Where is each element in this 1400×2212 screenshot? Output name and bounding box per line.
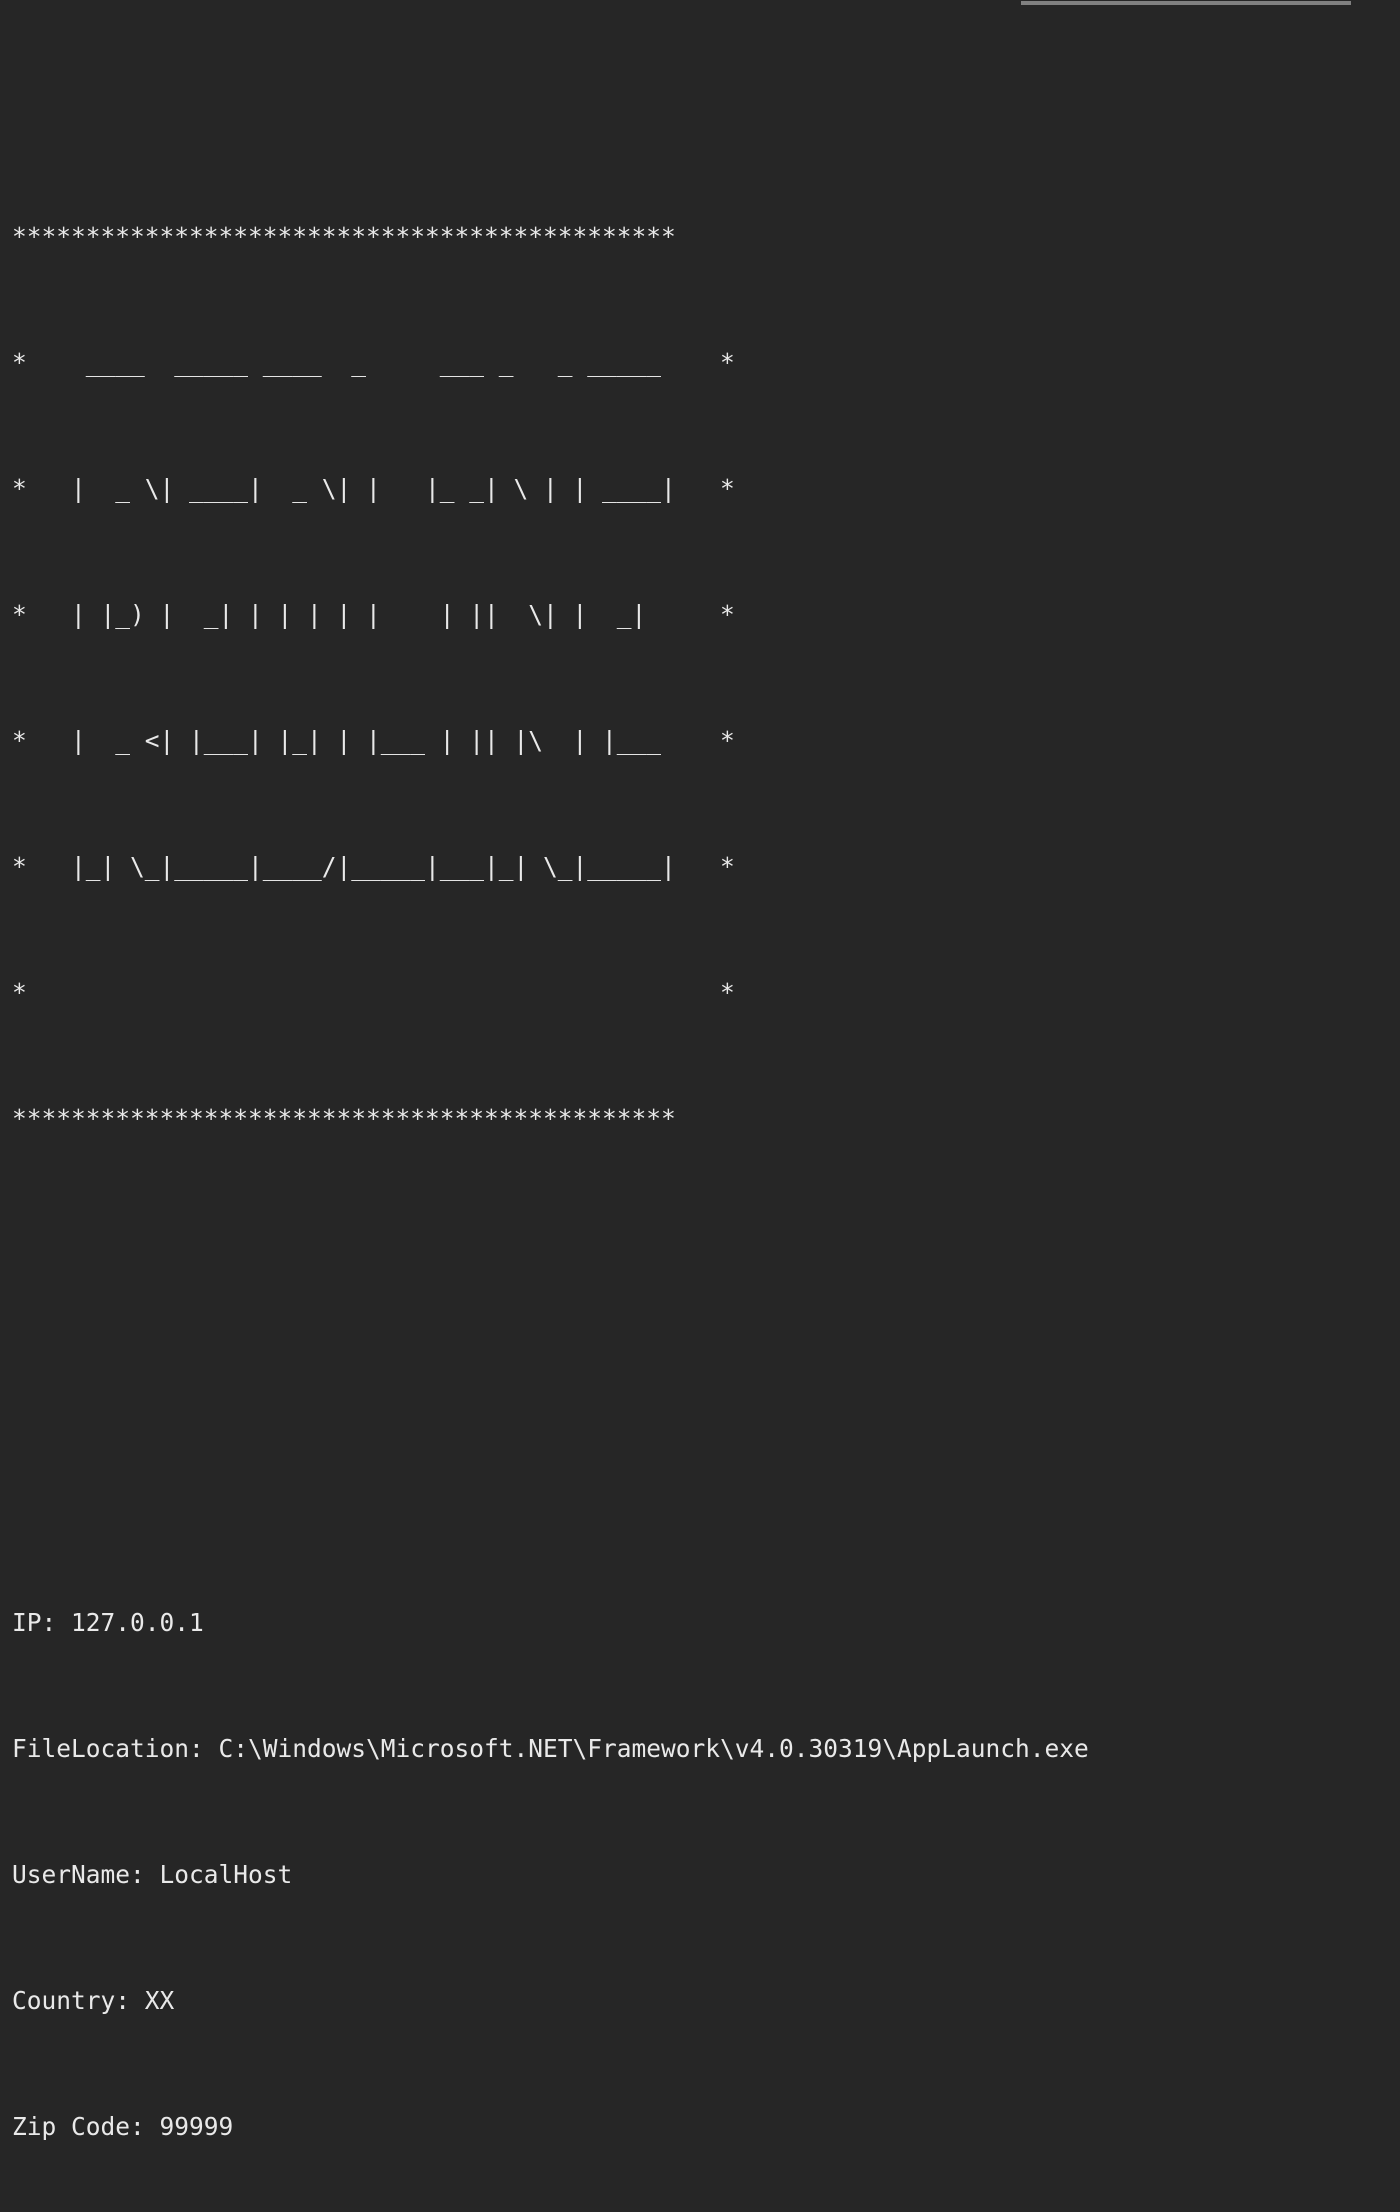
ascii-banner: ****************************************… — [12, 132, 1400, 1224]
info-line-filelocation: FileLocation: C:\Windows\Microsoft.NET\F… — [12, 1728, 1400, 1770]
banner-line-4: * | _ <| |___| |_| | |___ | || |\ | |___… — [12, 720, 1400, 762]
log-text-output: ****************************************… — [0, 0, 1400, 2212]
banner-line-6: * * — [12, 972, 1400, 1014]
info-line-country: Country: XX — [12, 1980, 1400, 2022]
banner-line-top-border: ****************************************… — [12, 216, 1400, 258]
banner-line-bottom-border: ****************************************… — [12, 1098, 1400, 1140]
spacer-after-banner — [12, 1350, 1400, 1392]
banner-line-2: * | _ \| ____| _ \| | |_ _| \ | | ____| … — [12, 468, 1400, 510]
info-line-zip-code: Zip Code: 99999 — [12, 2106, 1400, 2148]
banner-line-1: * ____ _____ ____ _ ___ _ _ _____ * — [12, 342, 1400, 384]
info-line-ip: IP: 127.0.0.1 — [12, 1602, 1400, 1644]
info-line-username: UserName: LocalHost — [12, 1854, 1400, 1896]
banner-line-5: * |_| \_|_____|____/|_____|___|_| \_|___… — [12, 846, 1400, 888]
system-info-block: IP: 127.0.0.1 FileLocation: C:\Windows\M… — [12, 1518, 1400, 2212]
banner-line-3: * | |_) | _| | | | | | | || \| | _| * — [12, 594, 1400, 636]
